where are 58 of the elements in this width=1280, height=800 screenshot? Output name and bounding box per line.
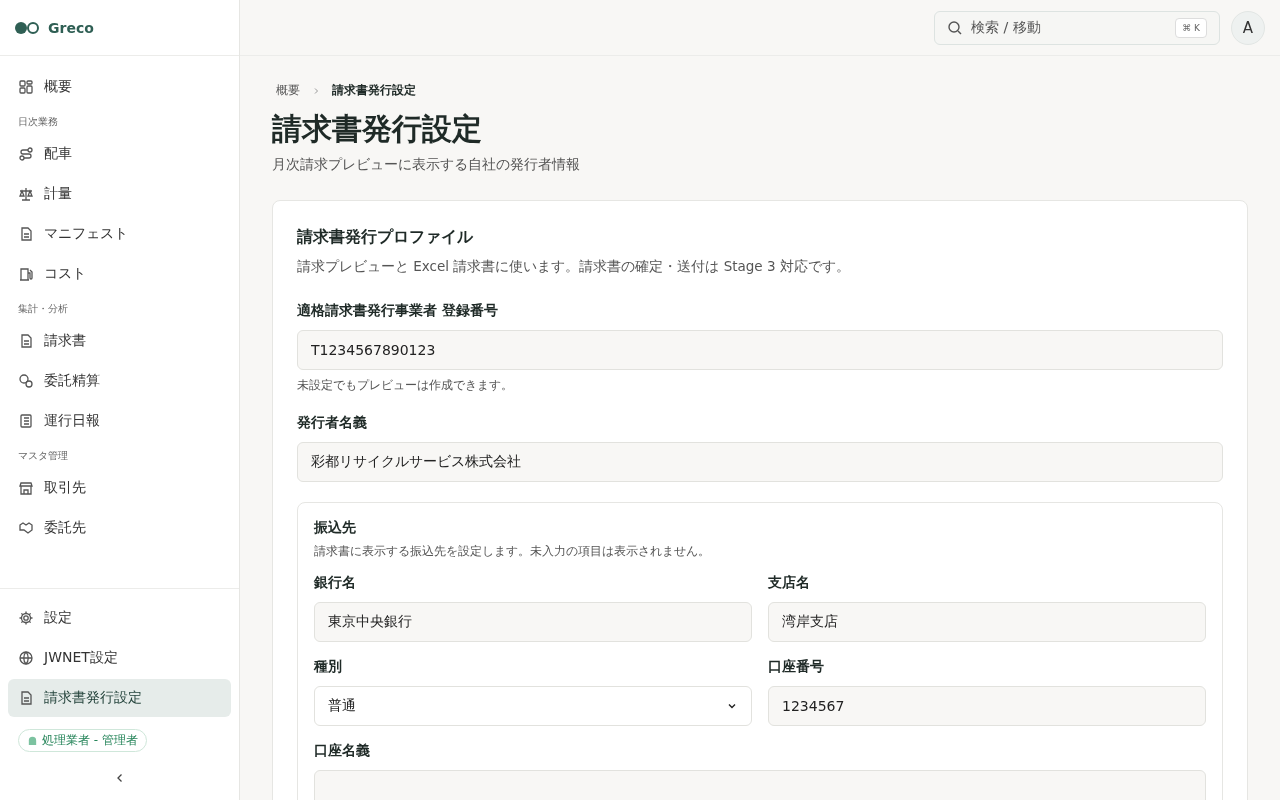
- globe-icon: [18, 650, 34, 666]
- card-title: 請求書発行プロファイル: [297, 227, 474, 248]
- avatar[interactable]: A: [1231, 10, 1265, 45]
- field-label: 支店名: [768, 574, 811, 592]
- field-label: 種別: [314, 658, 343, 676]
- nav-item[interactable]: 設定: [8, 599, 231, 637]
- list-icon: [18, 413, 34, 429]
- section-label: 日次業務: [17, 115, 59, 129]
- nav-item[interactable]: マニフェスト: [8, 215, 231, 253]
- coins-icon: [18, 373, 34, 389]
- field-label: 口座名義: [314, 742, 371, 760]
- scale-icon: [18, 186, 34, 202]
- help-text: 未設定でもプレビューは作成できます。: [297, 377, 514, 394]
- nav-item[interactable]: 請求書: [8, 322, 231, 360]
- section-description: 請求書に表示する振込先を設定します。未入力の項目は表示されません。: [314, 543, 711, 560]
- search-field[interactable]: 検索 / 移動 ⌘ K: [934, 10, 1220, 45]
- select-field[interactable]: 普通: [314, 686, 752, 726]
- route-icon: [18, 146, 34, 162]
- nav-item[interactable]: 配車: [8, 135, 231, 173]
- nav-item[interactable]: コスト: [8, 255, 231, 293]
- input-field[interactable]: 湾岸支店: [768, 602, 1206, 642]
- card-description: 請求プレビューと Excel 請求書に使います。請求書の確定・送付は Stage 3 対応です。: [297, 258, 851, 276]
- fuel-icon: [18, 266, 34, 282]
- brand-name: Greco: [48, 19, 94, 36]
- input-field[interactable]: 1234567: [768, 686, 1206, 726]
- page-title: 請求書発行設定: [272, 110, 483, 148]
- store-icon: [18, 480, 34, 496]
- input-field[interactable]: T1234567890123: [297, 330, 1223, 370]
- chevron-icon: [312, 86, 320, 95]
- input-field[interactable]: 彩都リサイクルサービス株式会社: [297, 442, 1223, 482]
- page-subtitle: 月次請求プレビューに表示する自社の発行者情報: [272, 156, 581, 174]
- input-field[interactable]: 東京中央銀行: [314, 602, 752, 642]
- nav-item[interactable]: 運行日報: [8, 402, 231, 440]
- input-field[interactable]: [314, 770, 1206, 800]
- nav-item[interactable]: JWNET設定: [8, 639, 231, 677]
- shortcut-hint: ⌘ K: [1175, 17, 1207, 38]
- doc-icon: [18, 226, 34, 242]
- search-icon: [947, 19, 963, 36]
- field-label: 適格請求書発行事業者 登録番号: [297, 302, 499, 320]
- nav-item[interactable]: 委託先: [8, 509, 231, 547]
- section-label: マスタ管理: [17, 449, 69, 463]
- field-label: 発行者名義: [297, 414, 368, 432]
- section-title: 振込先: [314, 519, 357, 537]
- breadcrumb-item[interactable]: 請求書発行設定: [332, 82, 416, 99]
- field-label: 口座番号: [768, 658, 825, 676]
- logo-icon: [14, 20, 40, 35]
- doc-icon: [18, 333, 34, 349]
- settings-icon: [18, 610, 34, 626]
- nav-item[interactable]: 取引先: [8, 469, 231, 507]
- doc-icon: [18, 690, 34, 706]
- nav-item[interactable]: 請求書発行設定: [8, 679, 231, 717]
- section-label: 集計・分析: [17, 302, 69, 316]
- field-label: 銀行名: [314, 574, 357, 592]
- breadcrumb-item[interactable]: 概要: [276, 82, 300, 99]
- grid-icon: [18, 79, 34, 95]
- nav-item[interactable]: 概要: [8, 68, 231, 106]
- nav-item[interactable]: 計量: [8, 175, 231, 213]
- nav-item[interactable]: 委託精算: [8, 362, 231, 400]
